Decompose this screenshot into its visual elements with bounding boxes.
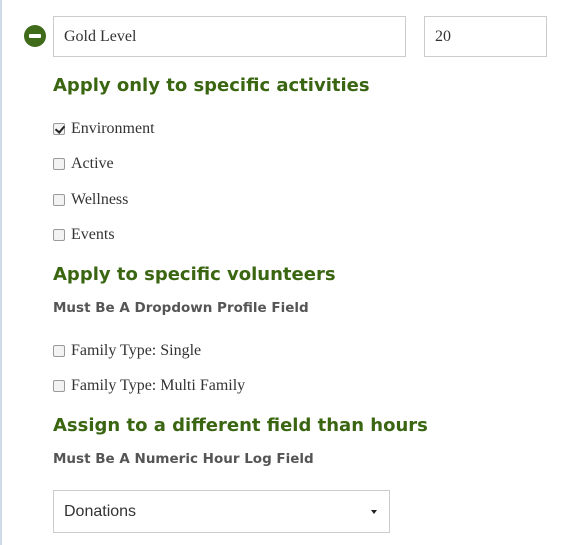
checkbox-label: Environment [71,120,155,137]
activity-checkbox-events[interactable]: Events [53,225,115,245]
checkbox-label: Family Type: Single [71,342,202,359]
checkbox-label: Active [71,155,114,172]
level-name-input[interactable] [53,16,406,57]
assign-field-heading: Assign to a different field than hours [53,415,428,436]
activities-heading: Apply only to specific activities [53,75,370,96]
checkbox-label: Wellness [71,191,129,208]
level-points-input[interactable] [424,16,547,57]
caret-down-icon [371,509,377,514]
activity-checkbox-active[interactable]: Active [53,154,114,174]
volunteer-checkbox-multi-family[interactable]: Family Type: Multi Family [53,376,245,396]
remove-level-button[interactable] [24,25,46,47]
checkbox-icon[interactable] [53,380,65,392]
left-border [0,0,2,545]
minus-circle-icon [29,34,41,38]
volunteers-heading: Apply to specific volunteers [53,264,336,285]
checkbox-icon[interactable] [53,194,65,206]
checkbox-label: Family Type: Multi Family [71,377,246,394]
checkbox-icon[interactable] [53,158,65,170]
checkbox-icon[interactable] [53,345,65,357]
volunteer-checkbox-single[interactable]: Family Type: Single [53,341,201,361]
volunteers-sublabel: Must Be A Dropdown Profile Field [53,300,309,316]
checkbox-icon[interactable] [53,123,65,135]
assign-field-sublabel: Must Be A Numeric Hour Log Field [53,451,314,467]
checkbox-label: Events [71,226,115,243]
assign-field-select[interactable]: Donations [53,490,390,533]
activity-checkbox-environment[interactable]: Environment [53,119,155,139]
activity-checkbox-wellness[interactable]: Wellness [53,190,128,210]
select-value: Donations [64,502,137,520]
checkbox-icon[interactable] [53,229,65,241]
